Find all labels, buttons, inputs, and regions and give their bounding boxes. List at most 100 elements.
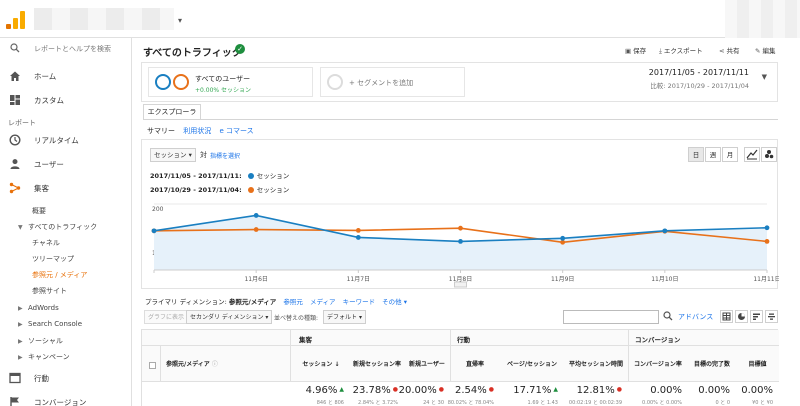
total-compare: 846 と 806 <box>316 400 344 406</box>
col-header-new-users[interactable]: 新規ユーザー <box>404 359 450 368</box>
sidebar-item-realtime[interactable]: リアルタイム <box>0 130 132 150</box>
subtab-usage[interactable]: 利用状況 <box>183 127 211 135</box>
subtab-summary[interactable]: サマリー <box>147 127 175 135</box>
tab-explorer[interactable]: エクスプローラ <box>143 104 201 120</box>
date-range-current[interactable]: 2017/11/05 - 2017/11/11 <box>649 68 749 77</box>
table-search-input[interactable] <box>563 310 659 324</box>
dimension-link-source[interactable]: 参照元 <box>283 298 303 306</box>
sidebar-sub-all-traffic[interactable]: ▼ すべてのトラフィック <box>18 222 97 232</box>
plot-rows-button[interactable]: グラフに表示 <box>144 310 189 324</box>
sort-type-select[interactable]: デフォルト ▾ <box>323 310 366 324</box>
legend-current: 2017/11/05 - 2017/11/11: セッション <box>150 170 289 180</box>
date-range-compare[interactable]: 比較: 2017/10/29 - 2017/11/04 <box>650 80 749 90</box>
sidebar-section-reports: レポート <box>8 119 36 127</box>
col-header-avg-session-duration[interactable]: 平均セッション時間 <box>564 359 628 368</box>
col-header-pages-per-session[interactable]: ページ/セッション <box>500 359 564 368</box>
total-value: 0.00% <box>698 385 730 396</box>
legend-period: 2017/10/29 - 2017/11/04: <box>150 186 242 194</box>
col-header-bounce-rate[interactable]: 直帰率 <box>450 359 500 368</box>
primary-dimension-label: プライマリ ディメンション: <box>145 298 227 306</box>
secondary-dimension-select[interactable]: セカンダリ ディメンション ▾ <box>186 310 273 324</box>
sidebar-sub-overview[interactable]: 概要 <box>32 206 46 216</box>
sort-type-value: デフォルト <box>327 314 358 321</box>
comparison-view-icon[interactable] <box>765 310 778 323</box>
sidebar-sub-campaigns[interactable]: ▶ キャンペーン <box>18 352 70 362</box>
chevron-down-icon[interactable]: ▼ <box>762 73 767 81</box>
account-selector[interactable] <box>34 8 174 30</box>
export-button[interactable]: ⤓ エクスポート <box>659 45 703 56</box>
sidebar-item-home[interactable]: ホーム <box>0 66 132 86</box>
granularity-month[interactable]: 月 <box>722 147 738 162</box>
pie-view-icon[interactable] <box>735 310 748 323</box>
total-value: 2.54% ● <box>455 385 494 396</box>
table-totals-row: 4.96% ▲ 846 と 806 23.78% ● 2.84% と 3.72% 20.00… <box>142 382 779 406</box>
trend-down-icon: ● <box>616 386 622 393</box>
sidebar-item-behavior[interactable]: 行動 <box>0 368 132 388</box>
edit-button[interactable]: ✎ 編集 <box>755 45 775 55</box>
col-header-source-medium[interactable]: 参照元/メディア ⓘ <box>166 359 266 368</box>
sidebar-sub-social[interactable]: ▶ ソーシャル <box>18 336 63 346</box>
vs-label: 対 <box>200 151 207 159</box>
trend-down-icon: ● <box>438 386 444 393</box>
subtab-ecommerce[interactable]: e コマース <box>219 127 253 135</box>
sidebar-search[interactable]: レポートとヘルプを検索 <box>0 38 132 58</box>
total-compare: 00:02:19 と 00:02:39 <box>568 400 622 406</box>
series-point <box>764 239 770 244</box>
sidebar-sub-treemaps[interactable]: ツリーマップ <box>32 254 74 264</box>
home-icon <box>9 70 21 84</box>
analytics-logo[interactable] <box>6 9 26 29</box>
share-button[interactable]: ⋖ 共有 <box>719 45 739 55</box>
export-label: エクスポート <box>663 47 703 55</box>
x-tick-label: 11月7日 <box>347 276 370 283</box>
chevron-down-icon: ▾ <box>403 298 408 306</box>
legend-dot-icon <box>247 173 254 179</box>
user-area[interactable] <box>725 0 800 38</box>
performance-view-icon[interactable] <box>750 310 763 323</box>
metric-select[interactable]: セッション ▾ <box>150 148 196 162</box>
chevron-down-icon[interactable]: ▾ <box>178 16 182 25</box>
series-point <box>355 228 361 233</box>
sidebar-sub-channels[interactable]: チャネル <box>32 238 60 248</box>
dimension-link-keyword[interactable]: キーワード <box>343 298 376 306</box>
sidebar-sub-source-medium[interactable]: 参照元 / メディア <box>32 270 87 280</box>
save-button[interactable]: ▣ 保存 <box>625 45 646 55</box>
total-compare: 0.00% と 0.00% <box>642 400 682 406</box>
line-chart-icon[interactable] <box>744 147 760 162</box>
sidebar-sub-referrals[interactable]: 参照サイト <box>32 286 67 296</box>
col-header-label: セッション <box>302 361 333 368</box>
sidebar-sub-adwords[interactable]: ▶ AdWords <box>18 304 59 312</box>
search-icon <box>10 43 20 55</box>
data-view-icon[interactable] <box>720 310 733 323</box>
total-value: 12.81% ● <box>577 385 622 396</box>
segment-all-users[interactable]: すべてのユーザー +0.00% セッション <box>148 67 313 97</box>
sidebar-item-acquisition[interactable]: 集客 <box>0 178 132 198</box>
triangle-right-icon: ▶ <box>18 338 23 345</box>
col-header-goal-completions[interactable]: 目標の完了数 <box>688 359 736 368</box>
sidebar-item-users[interactable]: ユーザー <box>0 154 132 174</box>
motion-chart-icon[interactable] <box>761 147 777 162</box>
col-header-conversion-rate[interactable]: コンバージョン率 <box>628 359 688 368</box>
col-header-new-session-rate[interactable]: 新規セッション率 <box>350 359 404 368</box>
total-compare: 2.84% と 3.72% <box>358 400 398 406</box>
series-point <box>253 213 259 218</box>
search-icon[interactable] <box>663 311 673 323</box>
dimension-link-other[interactable]: その他 ▾ <box>382 298 407 306</box>
granularity-week[interactable]: 週 <box>705 147 721 162</box>
sidebar-item-custom[interactable]: カスタム <box>0 90 132 110</box>
col-header-sessions[interactable]: セッション ↓ <box>292 359 350 368</box>
select-all-checkbox[interactable] <box>149 362 156 369</box>
select-metric-link[interactable]: 指標を選択 <box>210 151 240 160</box>
sidebar-sub-label: AdWords <box>28 304 59 312</box>
advanced-filter-link[interactable]: アドバンス <box>678 312 713 322</box>
add-segment-button[interactable]: + セグメントを追加 <box>320 67 465 97</box>
chart-panel: セッション ▾ 対 指標を選択 日 週 月 2017/11/05 - 2017/… <box>141 139 779 289</box>
flag-icon <box>9 396 21 406</box>
granularity-day[interactable]: 日 <box>688 147 704 162</box>
chevron-down-icon: ▾ <box>265 314 269 321</box>
sidebar-sub-search-console[interactable]: ▶ Search Console <box>18 320 82 328</box>
col-header-goal-value[interactable]: 目標値 <box>736 359 779 368</box>
dimension-link-medium[interactable]: メディア <box>310 298 336 306</box>
session-line-chart[interactable]: 10020011月6日11月7日11月8日11月9日11月10日11月11日 <box>142 198 779 288</box>
x-tick-label: 11月6日 <box>244 276 267 283</box>
sidebar-item-conversions[interactable]: コンバージョン <box>0 392 132 406</box>
